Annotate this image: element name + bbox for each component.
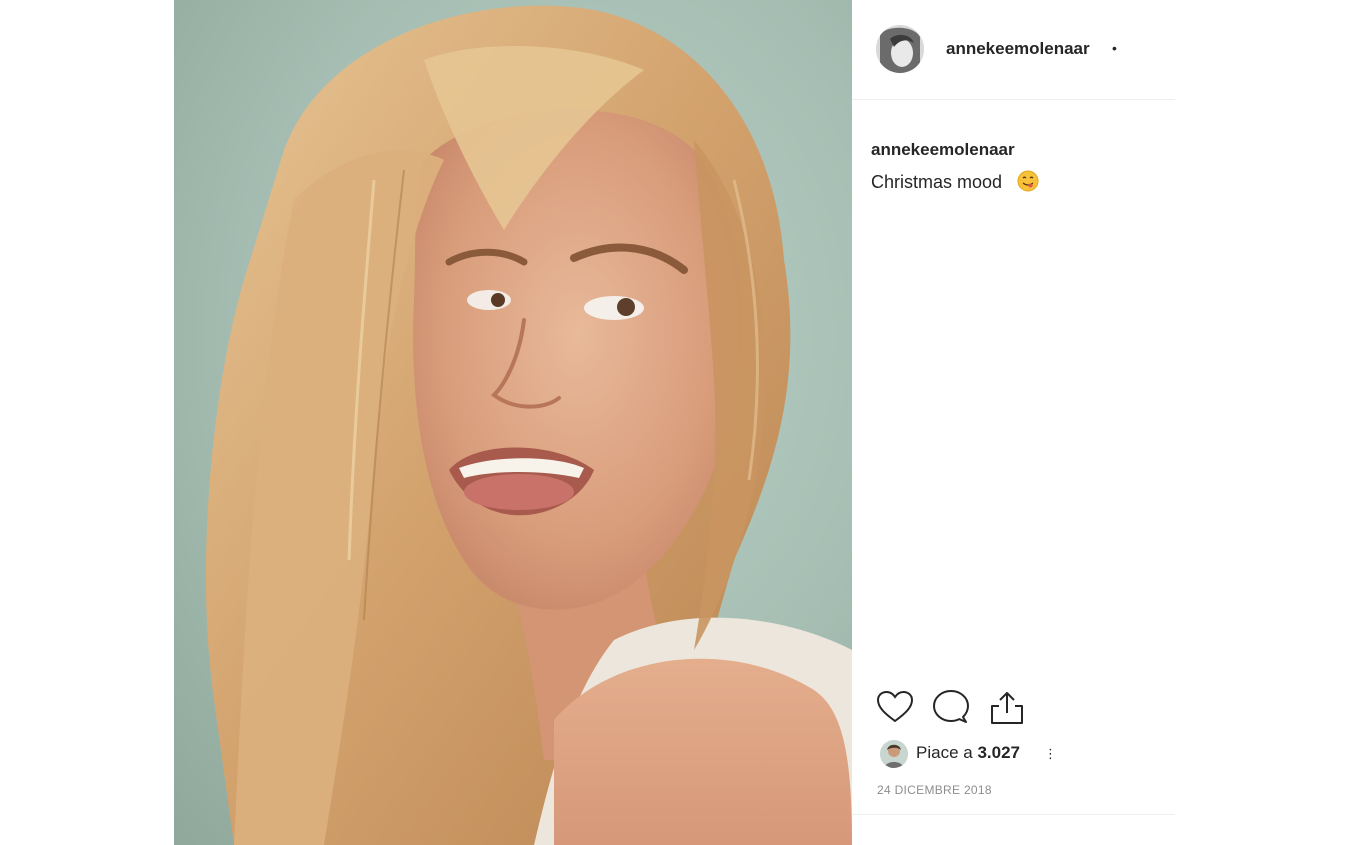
divider <box>852 814 1175 815</box>
likes-text[interactable]: Piace a 3.027 <box>916 743 1020 763</box>
post-photo[interactable] <box>174 0 852 845</box>
post-date[interactable]: 24 DICEMBRE 2018 <box>877 783 992 797</box>
likes-prefix: Piace a <box>916 743 973 762</box>
action-bar <box>876 689 1076 729</box>
share-icon[interactable] <box>988 689 1026 727</box>
likes-row: Piace a 3.027 ⋮ <box>880 740 1140 768</box>
post-header: annekeemolenaar • <box>852 0 1175 100</box>
liker-avatar[interactable] <box>880 740 908 768</box>
likes-count: 3.027 <box>977 743 1020 762</box>
author-username-link[interactable]: annekeemolenaar <box>946 39 1090 59</box>
author-avatar[interactable] <box>876 25 924 73</box>
portrait-image <box>205 5 852 845</box>
caption-username-link[interactable]: annekeemolenaar <box>871 140 1015 160</box>
caption-body: Christmas mood <box>871 172 1003 192</box>
heart-icon[interactable] <box>876 689 914 727</box>
comment-bubble-icon[interactable] <box>932 689 970 727</box>
more-options-icon[interactable]: ⋮ <box>1044 746 1057 762</box>
face-savoring-food-emoji-icon <box>1017 170 1039 192</box>
post-details-panel: annekeemolenaar • annekeemolenaar Christ… <box>852 0 1175 845</box>
header-separator: • <box>1112 40 1117 56</box>
caption-text: Christmas mood <box>871 170 1039 193</box>
